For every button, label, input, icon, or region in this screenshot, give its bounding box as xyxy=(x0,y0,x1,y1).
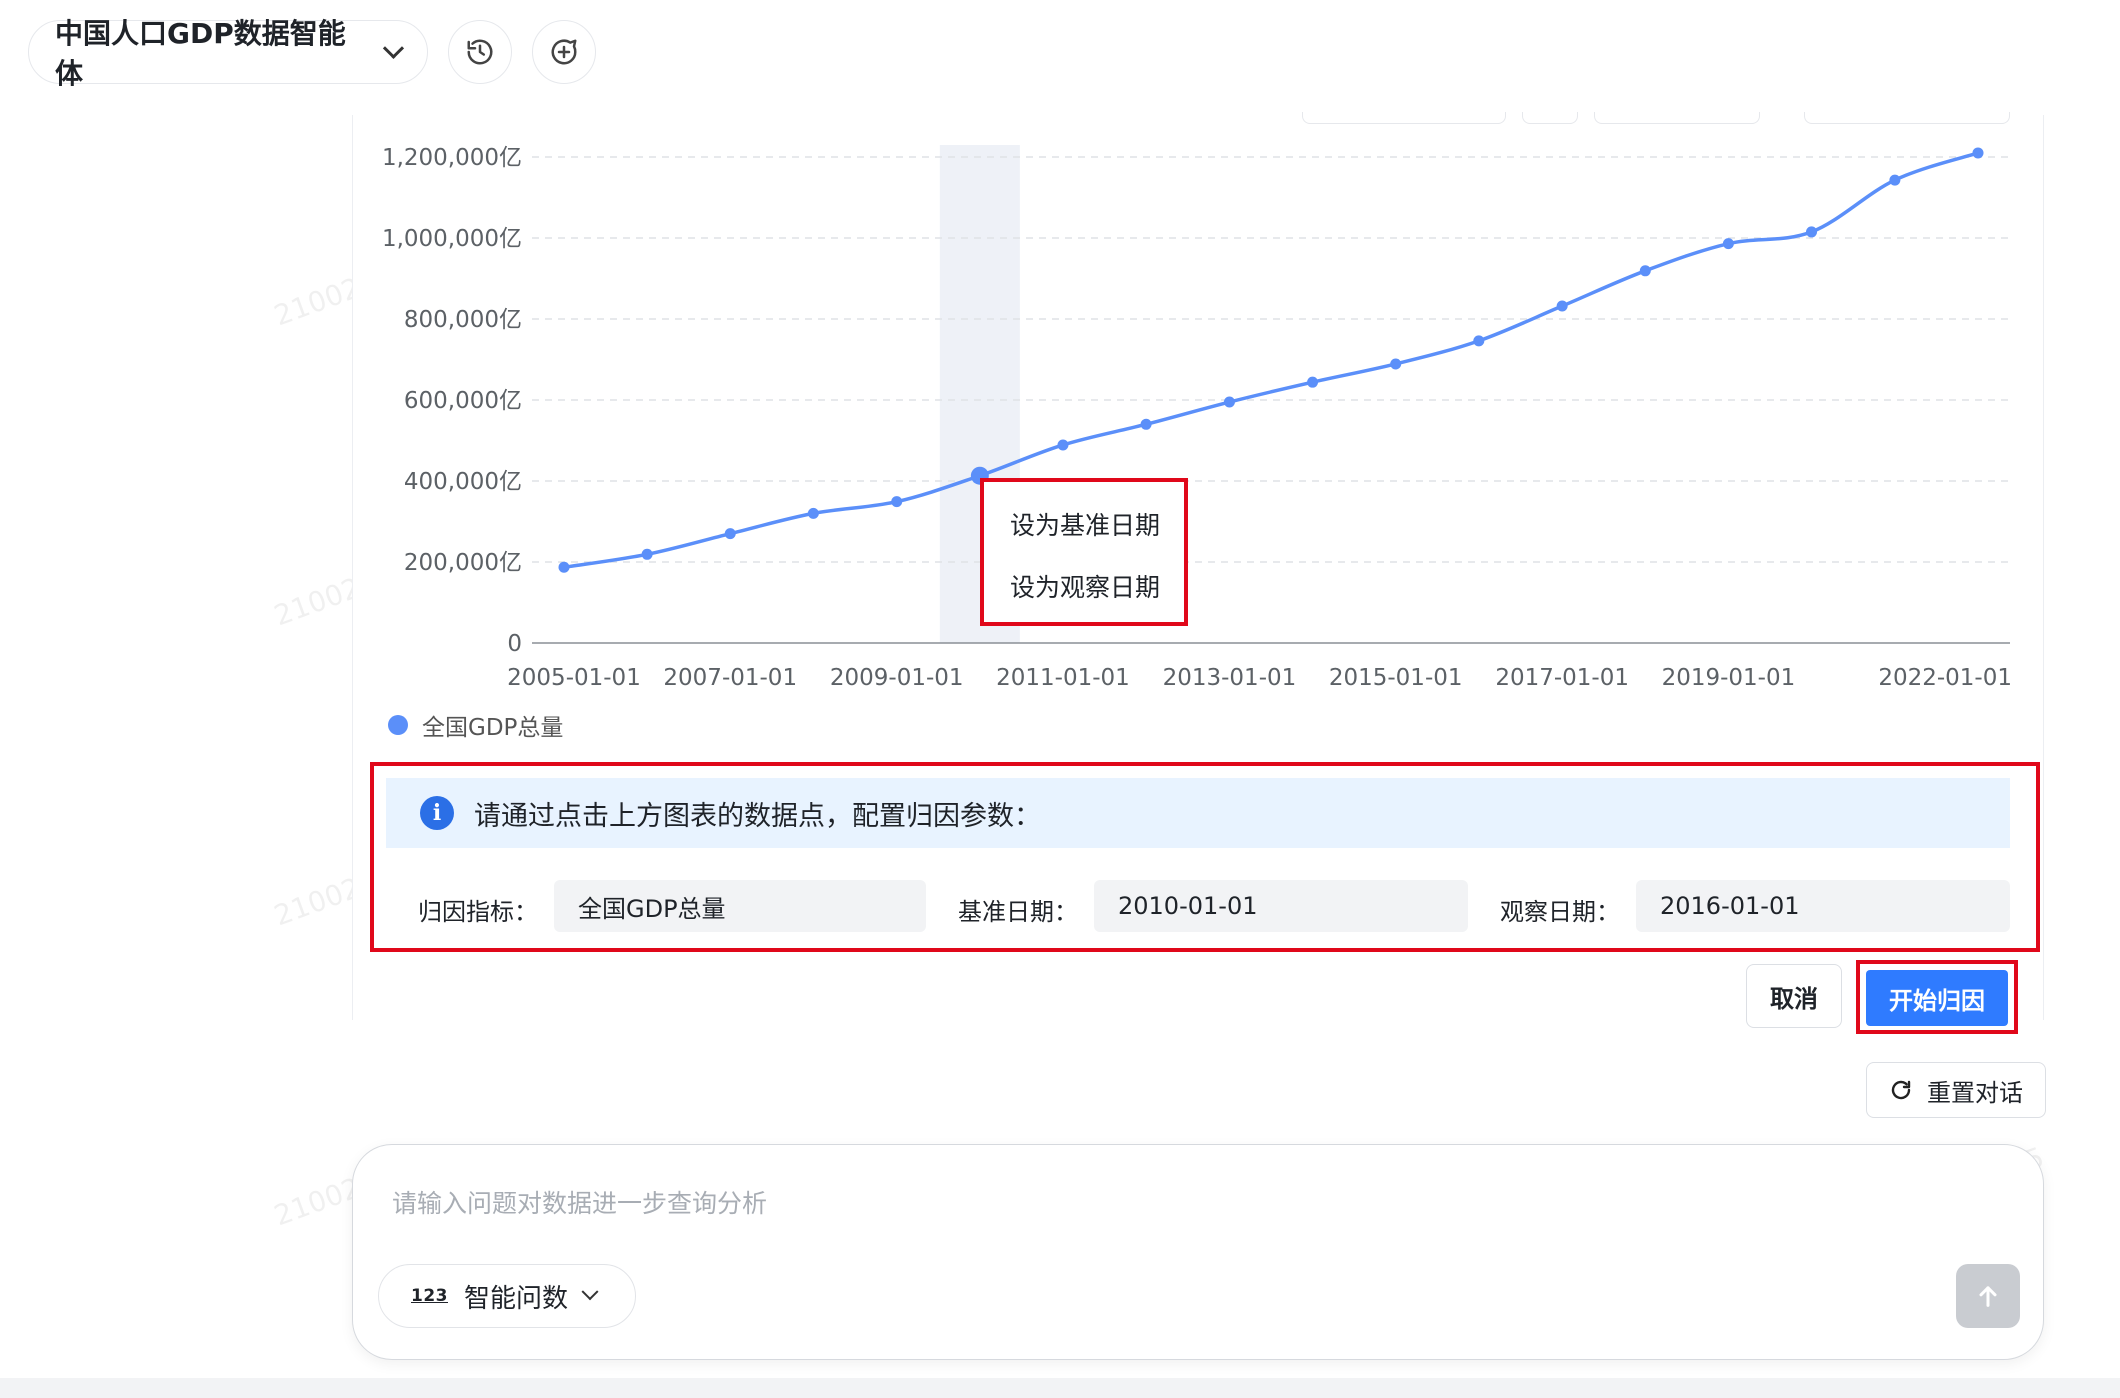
gdp-line-chart[interactable]: 1,200,000亿 1,000,000亿 800,000亿 600,000亿 400,… xyxy=(352,125,2044,695)
history-button[interactable] xyxy=(448,20,512,84)
data-point xyxy=(1390,358,1402,370)
data-point xyxy=(1556,300,1568,312)
legend-label: 全国GDP总量 xyxy=(422,715,564,741)
y-tick-label: 600,000亿 xyxy=(404,388,522,414)
y-tick-label: 0 xyxy=(507,631,522,657)
info-icon: i xyxy=(420,796,454,830)
x-tick-label: 2005-01-01 xyxy=(507,665,641,691)
chart-legend[interactable]: 全国GDP总量 xyxy=(388,708,563,742)
new-chat-button[interactable] xyxy=(532,20,596,84)
data-point xyxy=(641,548,653,560)
observe-date-label: 观察日期： xyxy=(1500,898,1620,926)
data-point xyxy=(1889,174,1901,186)
x-tick-label: 2019-01-01 xyxy=(1662,665,1796,691)
data-point xyxy=(1307,376,1319,388)
x-tick-label: 2022-01-01 xyxy=(1878,665,2012,691)
set-observe-date-option[interactable]: 设为观察日期 xyxy=(1010,568,1160,604)
history-icon xyxy=(467,39,493,65)
chart-toolbar-stub xyxy=(1302,112,1506,124)
x-tick-label: 2017-01-01 xyxy=(1495,665,1629,691)
reset-conversation-button[interactable]: 重置对话 xyxy=(1866,1062,2046,1118)
data-point xyxy=(891,496,903,508)
data-point xyxy=(1722,238,1734,250)
base-date-label: 基准日期： xyxy=(958,898,1078,926)
x-tick-label: 2011-01-01 xyxy=(996,665,1130,691)
data-point xyxy=(1639,265,1651,277)
mode-label: 智能问数 xyxy=(464,1283,569,1314)
x-tick-label: 2013-01-01 xyxy=(1163,665,1297,691)
info-text: 请通过点击上方图表的数据点，配置归因参数： xyxy=(474,800,1041,832)
y-tick-label: 200,000亿 xyxy=(404,550,522,576)
data-point xyxy=(1057,439,1069,451)
cancel-button[interactable]: 取消 xyxy=(1746,964,1842,1028)
y-tick-label: 400,000亿 xyxy=(404,469,522,495)
arrow-up-icon xyxy=(1979,1286,1997,1307)
x-tick-label: 2009-01-01 xyxy=(830,665,964,691)
info-banner: i 请通过点击上方图表的数据点，配置归因参数： xyxy=(386,778,2010,848)
data-point-context-menu: 设为基准日期 设为观察日期 xyxy=(980,478,1188,626)
chart-toolbar-stub xyxy=(1522,112,1578,124)
data-point xyxy=(724,528,736,540)
new-chat-icon xyxy=(551,39,577,65)
start-attribution-button[interactable]: 开始归因 xyxy=(1866,970,2008,1026)
data-point xyxy=(558,561,570,573)
agent-name: 中国人口GDP数据智能体 xyxy=(55,17,346,90)
data-point xyxy=(807,507,819,519)
data-point xyxy=(1473,335,1485,347)
chevron-down-icon xyxy=(383,37,405,59)
observe-date-field[interactable]: 2016-01-01 xyxy=(1636,880,2010,932)
numbers-icon: 123 xyxy=(411,1286,448,1306)
send-button[interactable] xyxy=(1956,1264,2020,1328)
metric-field[interactable]: 全国GDP总量 xyxy=(554,880,926,932)
mode-selector[interactable]: 123 智能问数 xyxy=(378,1264,636,1328)
legend-marker xyxy=(388,715,408,735)
reset-label: 重置对话 xyxy=(1927,1078,2023,1107)
metric-label: 归因指标： xyxy=(418,898,538,926)
base-date-field[interactable]: 2010-01-01 xyxy=(1094,880,1468,932)
series-line xyxy=(563,151,1979,569)
set-base-date-option[interactable]: 设为基准日期 xyxy=(1010,506,1160,542)
chart-toolbar-stub xyxy=(1594,112,1760,124)
data-point xyxy=(1140,418,1152,430)
x-tick-label: 2007-01-01 xyxy=(663,665,797,691)
question-input[interactable]: 请输入问题对数据进一步查询分析 xyxy=(392,1184,767,1220)
y-tick-label: 1,000,000亿 xyxy=(382,226,522,252)
y-tick-label: 800,000亿 xyxy=(404,307,522,333)
refresh-icon xyxy=(1891,1080,1911,1100)
data-point xyxy=(1806,226,1818,238)
data-point xyxy=(1223,396,1235,408)
chart-toolbar-stub xyxy=(1804,112,2010,124)
data-point xyxy=(1972,147,1984,159)
agent-selector[interactable]: 中国人口GDP数据智能体 xyxy=(28,17,428,90)
y-tick-label: 1,200,000亿 xyxy=(382,145,522,171)
bottom-edge xyxy=(0,1378,2120,1398)
x-tick-label: 2015-01-01 xyxy=(1329,665,1463,691)
chevron-down-icon xyxy=(581,1283,599,1301)
